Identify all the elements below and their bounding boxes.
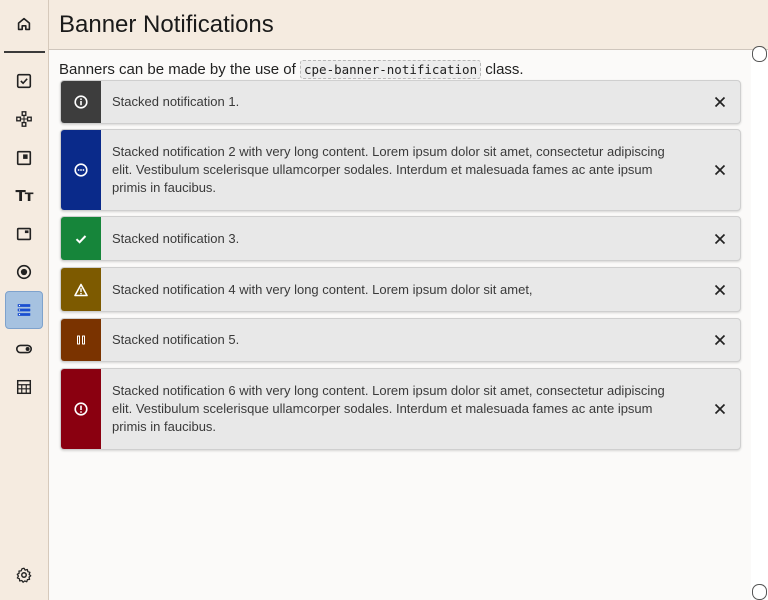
sidebar-item-settings[interactable] — [5, 556, 43, 594]
info-icon — [74, 95, 88, 109]
banner-status-strip — [61, 81, 101, 123]
scrollbar-bottom-cap[interactable] — [752, 584, 767, 600]
typography-icon: Tт — [15, 187, 34, 205]
close-icon — [714, 403, 726, 415]
pause-icon — [77, 335, 85, 345]
sidebar-item-radio[interactable] — [5, 253, 43, 291]
sidebar: Tт — [0, 0, 49, 600]
banner-notification: Stacked notification 3. — [60, 216, 741, 261]
checkbox-icon — [16, 73, 32, 89]
close-button[interactable] — [710, 369, 730, 449]
close-button[interactable] — [710, 268, 730, 311]
toggle-icon — [15, 344, 33, 354]
banner-notification: Stacked notification 5. — [60, 318, 741, 362]
banner-status-strip — [61, 217, 101, 260]
table-icon — [16, 379, 32, 395]
intro-after: class. — [481, 61, 524, 78]
banner-message: Stacked notification 2 with very long co… — [112, 144, 665, 195]
error-icon — [74, 402, 88, 416]
page-header: Banner Notifications — [49, 0, 768, 50]
close-button[interactable] — [710, 81, 730, 123]
banner-status-strip — [61, 130, 101, 210]
banner-notification: Stacked notification 4 with very long co… — [60, 267, 741, 312]
close-icon — [714, 233, 726, 244]
sidebar-item-home[interactable] — [5, 5, 43, 43]
sidebar-item-toggle[interactable] — [5, 330, 43, 368]
gear-icon — [16, 567, 32, 583]
banner-notification: Stacked notification 1. — [60, 80, 741, 124]
banner-message: Stacked notification 4 with very long co… — [112, 281, 533, 297]
sidebar-item-table[interactable] — [5, 368, 43, 406]
vertical-scrollbar[interactable] — [751, 46, 768, 600]
banner-message: Stacked notification 1. — [112, 94, 240, 109]
panel-icon — [16, 150, 32, 166]
banner-notification: Stacked notification 2 with very long co… — [60, 129, 741, 211]
home-icon — [17, 17, 31, 31]
close-icon — [714, 334, 726, 346]
intro-text: Banners can be made by the use of cpe-ba… — [59, 60, 524, 79]
close-icon — [714, 164, 726, 176]
banner-status-strip — [61, 319, 101, 361]
class-code: cpe-banner-notification — [300, 60, 482, 79]
close-icon — [714, 284, 726, 295]
ellipsis-circle-icon — [74, 163, 88, 177]
sidebar-item-typography[interactable]: Tт — [5, 177, 43, 215]
diagram-icon — [16, 111, 32, 127]
sidebar-item-panel[interactable] — [5, 139, 43, 177]
sidebar-item-banners[interactable] — [5, 291, 43, 329]
scrollbar-top-cap[interactable] — [752, 46, 767, 62]
radio-icon — [16, 264, 32, 280]
sidebar-item-checkbox[interactable] — [5, 62, 43, 100]
list-icon — [17, 304, 31, 316]
check-icon — [75, 234, 87, 244]
banner-message: Stacked notification 6 with very long co… — [112, 383, 665, 434]
sidebar-item-window[interactable] — [5, 215, 43, 253]
banner-status-strip — [61, 268, 101, 311]
banner-notification: Stacked notification 6 with very long co… — [60, 368, 741, 450]
page-title: Banner Notifications — [59, 11, 274, 38]
sidebar-item-diagram[interactable] — [5, 100, 43, 138]
window-icon — [16, 227, 32, 241]
banner-message: Stacked notification 5. — [112, 332, 240, 347]
banner-status-strip — [61, 369, 101, 449]
warning-icon — [74, 283, 88, 296]
sidebar-divider — [4, 51, 45, 53]
main-content: Banners can be made by the use of cpe-ba… — [49, 50, 751, 600]
close-button[interactable] — [710, 319, 730, 361]
intro-before: Banners can be made by the use of — [59, 61, 300, 78]
banner-message: Stacked notification 3. — [112, 230, 240, 246]
close-icon — [714, 96, 726, 108]
close-button[interactable] — [710, 217, 730, 260]
close-button[interactable] — [710, 130, 730, 210]
